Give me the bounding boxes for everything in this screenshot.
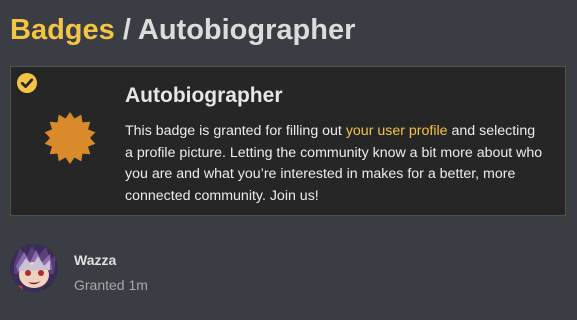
badge-description: This badge is granted for filling out yo… xyxy=(125,121,545,208)
badge-starburst-icon xyxy=(43,111,97,170)
badge-name: Autobiographer xyxy=(125,84,283,107)
granted-time: Granted 1m xyxy=(74,277,148,293)
badge-description-text: This badge is granted for filling out xyxy=(125,123,346,139)
granted-user-row: Wazza Granted 1m xyxy=(10,244,310,300)
avatar[interactable] xyxy=(10,244,58,292)
badge-card: Autobiographer This badge is granted for… xyxy=(10,66,566,216)
username-link[interactable]: Wazza xyxy=(74,252,116,268)
granted-check-icon xyxy=(17,73,37,93)
page-title: Badges / Autobiographer xyxy=(10,10,355,50)
breadcrumb-separator: / xyxy=(122,14,131,46)
breadcrumb-badges-link[interactable]: Badges xyxy=(10,14,115,46)
starburst-shape xyxy=(44,112,96,164)
badge-title: Autobiographer xyxy=(137,14,356,46)
user-profile-link[interactable]: your user profile xyxy=(346,123,448,139)
